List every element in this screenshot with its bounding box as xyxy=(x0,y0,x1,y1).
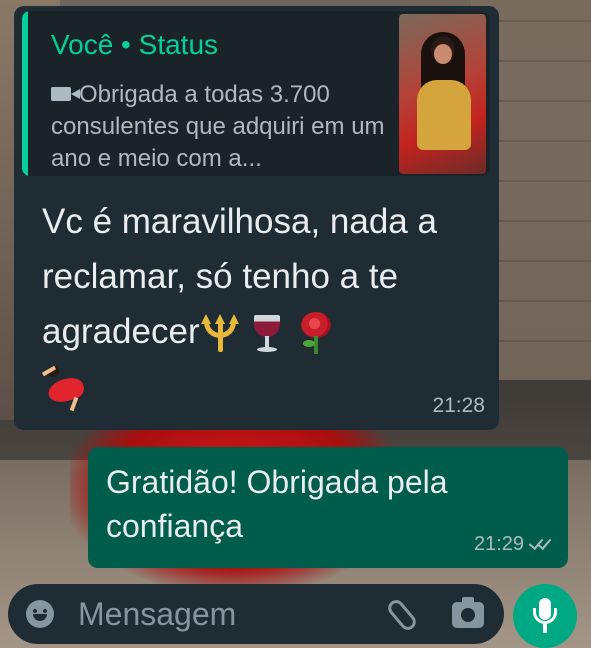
incoming-message-time: 21:28 xyxy=(432,394,485,417)
rose-icon xyxy=(295,311,337,356)
mic-button[interactable] xyxy=(513,584,577,648)
quote-accent-bar xyxy=(22,11,28,176)
attach-clip-icon[interactable] xyxy=(386,598,416,630)
quoted-author: Você • Status xyxy=(51,29,219,60)
double-check-icon xyxy=(530,538,552,550)
camera-icon[interactable] xyxy=(452,597,484,628)
video-icon xyxy=(51,86,80,101)
wine-glass-icon xyxy=(249,313,285,355)
emoji-icon[interactable] xyxy=(26,600,54,628)
outgoing-message-bubble[interactable]: Gratidão! Obrigada pela confiança 21:29 xyxy=(88,447,568,568)
incoming-message-text-block: Vc é maravilhosa, nada a reclamar, só te… xyxy=(41,194,472,412)
dancer-icon xyxy=(41,363,88,412)
quoted-status-reply[interactable]: Você • Status Obrigada a todas 3.700 con… xyxy=(22,11,490,176)
message-input[interactable]: Mensagem xyxy=(78,596,236,633)
quoted-text-block: Obrigada a todas 3.700 consulentes que a… xyxy=(51,79,411,175)
quoted-text: Obrigada a todas 3.700 consulentes que a… xyxy=(51,81,385,172)
message-input-bar[interactable]: Mensagem xyxy=(8,584,504,644)
status-thumbnail[interactable] xyxy=(399,14,486,174)
incoming-message-bubble[interactable]: Você • Status Obrigada a todas 3.700 con… xyxy=(14,6,499,430)
outgoing-message-meta: 21:29 xyxy=(474,533,552,556)
outgoing-message-time: 21:29 xyxy=(473,533,524,555)
trident-icon xyxy=(200,313,240,354)
